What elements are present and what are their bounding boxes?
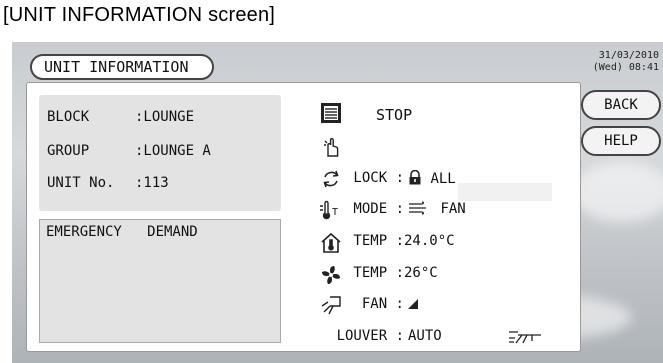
unit-identity-box: BLOCK :LOUNGE GROUP :LOUNGE A UNIT No. :…: [39, 95, 281, 211]
lock-icon: [409, 169, 421, 185]
help-button[interactable]: HELP: [581, 126, 661, 156]
mode-label: MODE :: [353, 201, 404, 217]
back-button[interactable]: BACK: [581, 90, 661, 120]
emergency-demand-text: EMERGENCY DEMAND: [46, 224, 198, 240]
group-label: GROUP: [47, 143, 90, 159]
hand-icon: [320, 136, 342, 158]
lock-value: ALL: [430, 171, 456, 187]
room-temp-label: TEMP :: [353, 265, 404, 281]
set-temp-label: TEMP :: [353, 233, 404, 249]
signal-bars-icon: [408, 299, 418, 309]
date-text: 31/03/2010: [598, 50, 659, 61]
louver-value: AUTO: [408, 328, 442, 344]
fan-label: FAN :: [361, 296, 404, 312]
screen-title: UNIT INFORMATION: [30, 54, 214, 80]
cloud-decor: [572, 162, 663, 222]
unit-icon: [320, 102, 342, 124]
status-text: STOP: [376, 106, 413, 124]
wind-lines-icon: [409, 201, 426, 215]
datetime-display: 31/03/2010 (Wed) 08:41: [593, 50, 659, 74]
unit-info-panel: BLOCK :LOUNGE GROUP :LOUNGE A UNIT No. :…: [26, 82, 581, 352]
emergency-demand-box: EMERGENCY DEMAND: [39, 219, 281, 343]
lock-label: LOCK :: [353, 170, 404, 186]
louver-label: LOUVER :: [336, 328, 404, 344]
louver-auto-icon: [508, 328, 542, 348]
mode-value-group: FAN: [408, 201, 466, 217]
unit-value: :113: [135, 175, 169, 191]
group-value: :LOUNGE A: [135, 143, 211, 159]
block-value: :LOUNGE: [135, 109, 195, 125]
mode-value: FAN: [440, 201, 466, 217]
lock-highlight: [458, 183, 552, 201]
fan-value-group: [408, 296, 422, 312]
page-caption: [UNIT INFORMATION screen]: [3, 4, 276, 26]
lock-value-group: ALL: [408, 169, 456, 187]
set-temp-value: 24.0°C: [404, 233, 455, 249]
unit-label: UNIT No.: [47, 175, 115, 191]
time-text: (Wed) 08:41: [592, 62, 659, 73]
controller-screen: UNIT INFORMATION 31/03/2010 (Wed) 08:41 …: [12, 42, 663, 363]
room-temp-value: 26°C: [404, 265, 438, 281]
block-label: BLOCK: [47, 109, 90, 125]
